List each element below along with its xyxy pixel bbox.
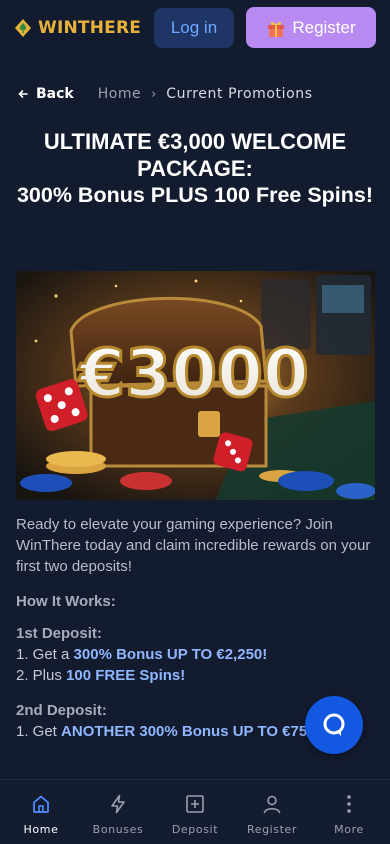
back-label: Back [36, 86, 74, 102]
back-link[interactable]: Back [18, 86, 74, 102]
nav-register[interactable]: Register [239, 780, 305, 844]
title-line-2: 300% Bonus PLUS 100 Free Spins! [16, 183, 374, 207]
deposit2-line1-prefix: 1. Get [16, 723, 62, 740]
bottom-navigation: Home Bonuses Deposit Register More [0, 779, 390, 844]
nav-home[interactable]: Home [8, 780, 74, 844]
breadcrumb-home[interactable]: Home [98, 86, 141, 102]
nav-deposit[interactable]: Deposit [162, 780, 228, 844]
more-vertical-icon [347, 795, 351, 813]
title-line-1: ULTIMATE €3,000 WELCOME PACKAGE: [43, 129, 347, 181]
promo-hero-image: €3000 [16, 271, 375, 500]
login-button[interactable]: Log in [154, 8, 234, 48]
lightning-icon [111, 794, 125, 814]
how-it-works-heading: How It Works: [16, 593, 116, 610]
deposit2-line1-highlight: ANOTHER 300% Bonus UP TO €750! [61, 723, 321, 740]
gift-icon [268, 21, 285, 37]
breadcrumb: Back Home › Current Promotions [18, 84, 313, 104]
treasure-chest-illustration: €3000 [16, 271, 375, 500]
brand-name: WINTHERE [38, 18, 142, 38]
arrow-left-icon [18, 90, 28, 98]
register-label: Register [292, 17, 356, 37]
nav-more-label: More [334, 823, 364, 836]
chat-bubble-icon [323, 713, 345, 736]
brand-logo[interactable]: WINTHERE [12, 17, 141, 39]
deposit1-line1-prefix: 1. Get a [16, 646, 74, 663]
plus-square-icon [186, 795, 204, 813]
chat-button[interactable] [305, 696, 363, 754]
nav-deposit-label: Deposit [171, 823, 219, 836]
nav-home-label: Home [23, 823, 59, 836]
page-title: ULTIMATE €3,000 WELCOME PACKAGE: 300% Bo… [14, 128, 376, 209]
deposit1-line1-highlight: 300% Bonus UP TO €2,250! [73, 646, 268, 663]
deposit1-line2-highlight: 100 FREE Spins! [66, 667, 186, 684]
deposit1-line2-prefix: 2. Plus [16, 667, 67, 684]
register-button[interactable]: Register [246, 7, 376, 48]
deposit1-line2: 2. Plus 100 FREE Spins! [16, 665, 378, 686]
deposit1-line1: 1. Get a 300% Bonus UP TO €2,250! [16, 644, 378, 665]
nav-register-label: Register [246, 823, 298, 836]
user-icon [263, 795, 281, 814]
deposit1-heading: 1st Deposit: [16, 625, 102, 642]
intro-text: Ready to elevate your gaming experience?… [16, 516, 371, 575]
spade-logo-icon [15, 19, 31, 37]
breadcrumb-current: Current Promotions [166, 86, 313, 102]
nav-more[interactable]: More [316, 780, 382, 844]
hero-amount: €3000 [77, 335, 309, 412]
home-icon [33, 795, 49, 813]
nav-bonuses[interactable]: Bonuses [85, 780, 151, 844]
chevron-right-icon: › [151, 86, 157, 102]
header: WINTHERE Log in Register [0, 0, 390, 56]
nav-bonuses-label: Bonuses [92, 823, 144, 836]
